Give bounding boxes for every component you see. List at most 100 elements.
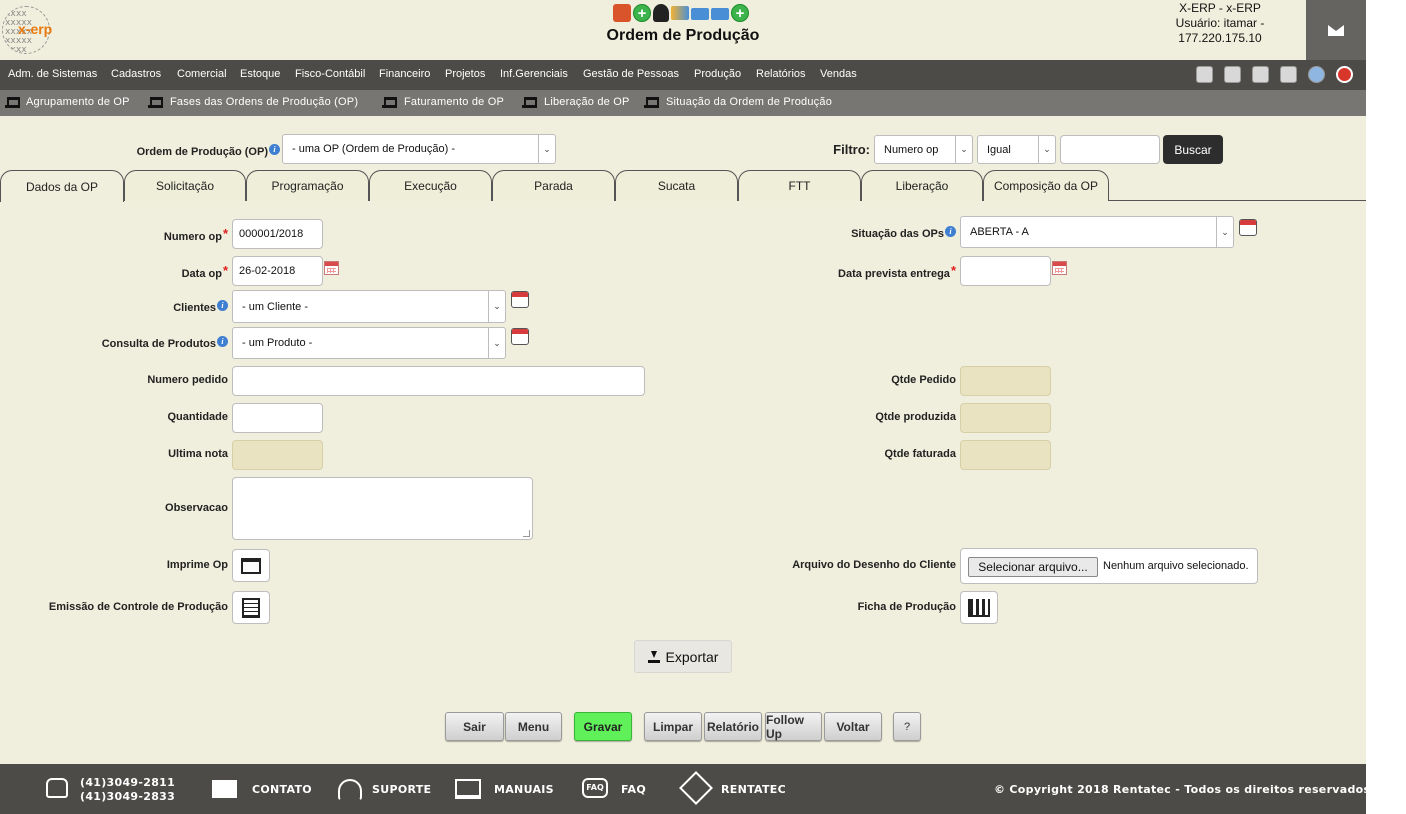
tab-parada[interactable]: Parada <box>492 170 615 201</box>
tab-dados-op[interactable]: Dados da OP <box>0 170 124 202</box>
submenu-liberacao-op[interactable]: Liberação de OP <box>544 96 630 108</box>
chevron-down-icon: ⌄ <box>1038 136 1055 163</box>
home-icon[interactable] <box>1196 66 1213 83</box>
info-icon[interactable]: i <box>269 144 280 155</box>
op-select[interactable]: - uma OP (Ordem de Produção) - ⌄ <box>282 134 556 164</box>
help-icon[interactable] <box>1308 66 1325 83</box>
info-icon[interactable]: i <box>217 300 228 311</box>
observacao-label: Observacao <box>165 502 228 514</box>
submenu-faturamento-op[interactable]: Faturamento de OP <box>404 96 504 108</box>
app-window: xxxx xxxxx xxxxx xxxxx xxxx x-erp + + Ordem … <box>0 0 1370 814</box>
voltar-button[interactable]: Voltar <box>824 712 882 741</box>
limpar-button[interactable]: Limpar <box>644 712 702 741</box>
menu-cadastros[interactable]: Cadastros <box>111 68 161 80</box>
menu-adm-sistemas[interactable]: Adm. de Sistemas <box>8 68 97 80</box>
print-icon[interactable] <box>1224 66 1241 83</box>
add-icon[interactable]: + <box>633 4 651 22</box>
tab-solicitacao[interactable]: Solicitação <box>124 170 246 201</box>
situacao-select[interactable]: ABERTA - A ⌄ <box>960 216 1234 248</box>
data-op-input[interactable]: 26-02-2018 <box>232 256 323 286</box>
info-icon[interactable]: i <box>217 336 228 347</box>
tab-programacao[interactable]: Programação <box>246 170 369 201</box>
x-erp-logo[interactable]: xxxx xxxxx xxxxx xxxxx xxxx x-erp <box>2 6 64 54</box>
submenu-fases-op[interactable]: Fases das Ordens de Produção (OP) <box>170 96 358 108</box>
faq-icon: FAQ <box>582 778 608 798</box>
clientes-label: Clientes i <box>20 300 228 314</box>
gravar-button[interactable]: Gravar <box>574 712 632 741</box>
resize-grip-icon[interactable] <box>523 530 530 537</box>
tab-execucao[interactable]: Execução <box>369 170 492 201</box>
printer-icon <box>241 557 261 574</box>
exportar-button[interactable]: Exportar <box>634 640 732 673</box>
info-icon[interactable]: i <box>945 226 956 237</box>
ficha-producao-button[interactable] <box>960 591 998 624</box>
email-icon[interactable] <box>691 8 709 20</box>
add-new-icon[interactable]: + <box>731 4 749 22</box>
menu-fisco-contabil[interactable]: Fisco-Contábil <box>295 68 365 80</box>
help-button[interactable]: ? <box>893 712 921 741</box>
filter-operator-select[interactable]: Igual ⌄ <box>977 135 1056 164</box>
tab-composicao-op[interactable]: Composição da OP <box>983 170 1109 201</box>
numero-pedido-input[interactable] <box>232 366 645 396</box>
email-send-icon[interactable] <box>711 8 729 20</box>
menu-producao[interactable]: Produção <box>694 68 741 80</box>
calendar-icon[interactable] <box>324 261 339 275</box>
menu-comercial[interactable]: Comercial <box>177 68 227 80</box>
quantidade-input[interactable] <box>232 403 323 433</box>
produtos-select[interactable]: - um Produto - ⌄ <box>232 327 506 359</box>
tab-liberacao[interactable]: Liberação <box>861 170 983 201</box>
data-prevista-input[interactable] <box>960 256 1051 286</box>
imprime-op-button[interactable] <box>232 549 270 582</box>
follow-up-button[interactable]: Follow Up <box>765 712 822 741</box>
powerpoint-icon[interactable] <box>613 4 631 22</box>
contato-link[interactable]: CONTATO <box>252 783 312 796</box>
menu-projetos[interactable]: Projetos <box>445 68 485 80</box>
relatorio-button[interactable]: Relatório <box>704 712 762 741</box>
situacao-label-text: Situação das OPs <box>851 228 944 240</box>
qtde-pedido-field <box>960 366 1051 396</box>
envelope-icon <box>1328 24 1344 36</box>
sub-menu: Agrupamento de OP Fases das Ordens de Pr… <box>0 90 1366 116</box>
clientes-select[interactable]: - um Cliente - ⌄ <box>232 290 506 323</box>
menu-estoque[interactable]: Estoque <box>240 68 280 80</box>
calendar-icon[interactable] <box>1052 261 1067 275</box>
submenu-agrupamento-op[interactable]: Agrupamento de OP <box>26 96 130 108</box>
numero-op-input[interactable]: 000001/2018 <box>232 219 323 249</box>
sair-button[interactable]: Sair <box>445 712 504 741</box>
user-info: X-ERP - x-ERP Usuário: itamar - 177.220.… <box>1150 1 1290 46</box>
power-icon[interactable] <box>1336 66 1353 83</box>
tab-sucata[interactable]: Sucata <box>615 170 738 201</box>
rentatec-link[interactable]: RENTATEC <box>721 783 786 796</box>
report-icon <box>242 597 260 618</box>
menu-button[interactable]: Menu <box>505 712 562 741</box>
user-icon[interactable] <box>653 4 669 22</box>
select-file-button[interactable]: Selecionar arquivo... <box>968 557 1098 577</box>
buscar-button[interactable]: Buscar <box>1163 135 1223 164</box>
observacao-textarea[interactable] <box>232 477 533 540</box>
menu-relatorios[interactable]: Relatórios <box>756 68 806 80</box>
situacao-lookup-icon[interactable] <box>1239 219 1257 236</box>
menu-inf-gerenciais[interactable]: Inf.Gerenciais <box>500 68 568 80</box>
user-name: Usuário: itamar - <box>1175 16 1265 30</box>
notes-icon[interactable] <box>1280 66 1297 83</box>
filtro-label: Filtro: <box>833 142 870 157</box>
menu-financeiro[interactable]: Financeiro <box>379 68 430 80</box>
messages-button[interactable] <box>1306 0 1366 60</box>
suporte-link[interactable]: SUPORTE <box>372 783 431 796</box>
tab-ftt[interactable]: FTT <box>738 170 861 201</box>
qtde-produzida-label: Qtde produzida <box>875 411 956 423</box>
filter-field-select[interactable]: Numero op ⌄ <box>874 135 973 164</box>
filter-search-input[interactable] <box>1060 135 1160 164</box>
clientes-lookup-icon[interactable] <box>511 291 529 308</box>
share-icon[interactable] <box>671 6 689 20</box>
emissao-controle-label: Emissão de Controle de Produção <box>48 601 228 613</box>
menu-vendas[interactable]: Vendas <box>820 68 857 80</box>
document-icon[interactable] <box>1252 66 1269 83</box>
produtos-lookup-icon[interactable] <box>511 328 529 345</box>
faq-link[interactable]: FAQ <box>621 783 646 796</box>
menu-gestao-pessoas[interactable]: Gestão de Pessoas <box>583 68 679 80</box>
submenu-situacao-op[interactable]: Situação da Ordem de Produção <box>666 96 832 108</box>
arquivo-desenho-label: Arquivo do Desenho do Cliente <box>792 559 956 571</box>
manuais-link[interactable]: MANUAIS <box>494 783 554 796</box>
emissao-controle-button[interactable] <box>232 591 270 624</box>
